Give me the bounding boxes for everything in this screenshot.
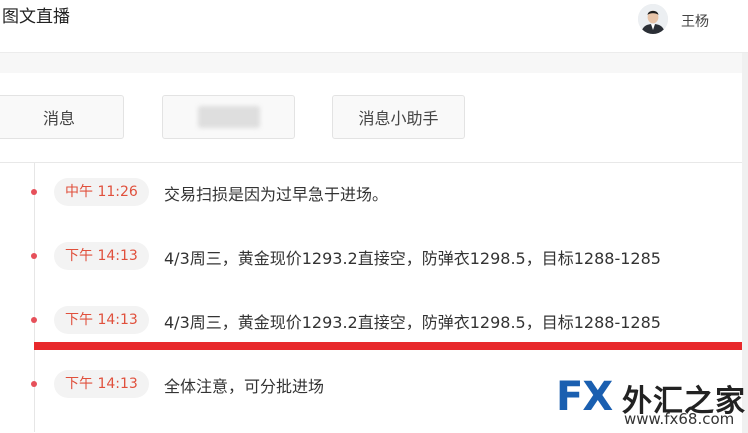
user-name[interactable]: 王杨 <box>681 11 709 31</box>
avatar-person-icon <box>638 4 668 34</box>
timeline-item: 下午 14:13 4/3周三，黄金现价1293.2直接空，防弹衣1298.5，目… <box>0 303 748 337</box>
timeline-item: 中午 11:26 交易扫损是因为过早急于进场。 <box>0 175 748 209</box>
message-text: 4/3周三，黄金现价1293.2直接空，防弹衣1298.5，目标1288-128… <box>164 249 661 268</box>
message-text: 交易扫损是因为过早急于进场。 <box>164 185 389 204</box>
message-text: 全体注意，可分批进场 <box>164 377 325 396</box>
timeline-dot <box>31 253 37 259</box>
tab-messages[interactable]: 消息 <box>0 95 124 139</box>
watermark-logo: FX 外汇之家 www.fx68.com <box>556 372 748 432</box>
highlight-underline <box>34 342 748 350</box>
timeline-dot <box>31 317 37 323</box>
tab-message-assistant-label: 消息小助手 <box>358 109 439 128</box>
tab-messages-label: 消息 <box>42 109 75 128</box>
header-spacer <box>0 53 748 73</box>
watermark-url: www.fx68.com <box>624 410 735 428</box>
time-badge: 下午 14:13 <box>54 370 149 398</box>
timeline-item: 下午 14:13 4/3周三，黄金现价1293.2直接空，防弹衣1298.5，目… <box>0 239 748 273</box>
tab-message-assistant[interactable]: 消息小助手 <box>332 95 465 139</box>
blurred-tab-label <box>197 106 260 128</box>
page-title: 图文直播 <box>2 7 70 27</box>
time-badge: 下午 14:13 <box>54 306 149 334</box>
watermark-brand: FX <box>556 374 613 420</box>
time-badge: 中午 11:26 <box>54 178 149 206</box>
top-header: 图文直播 王杨 <box>0 0 748 53</box>
message-text: 4/3周三，黄金现价1293.2直接空，防弹衣1298.5，目标1288-128… <box>164 313 661 332</box>
timeline-dot <box>31 381 37 387</box>
timeline-dot <box>31 189 37 195</box>
tab-blurred[interactable] <box>162 95 295 139</box>
tab-bar: 消息 消息小助手 <box>0 73 748 163</box>
time-badge: 下午 14:13 <box>54 242 149 270</box>
user-avatar[interactable] <box>638 4 668 34</box>
